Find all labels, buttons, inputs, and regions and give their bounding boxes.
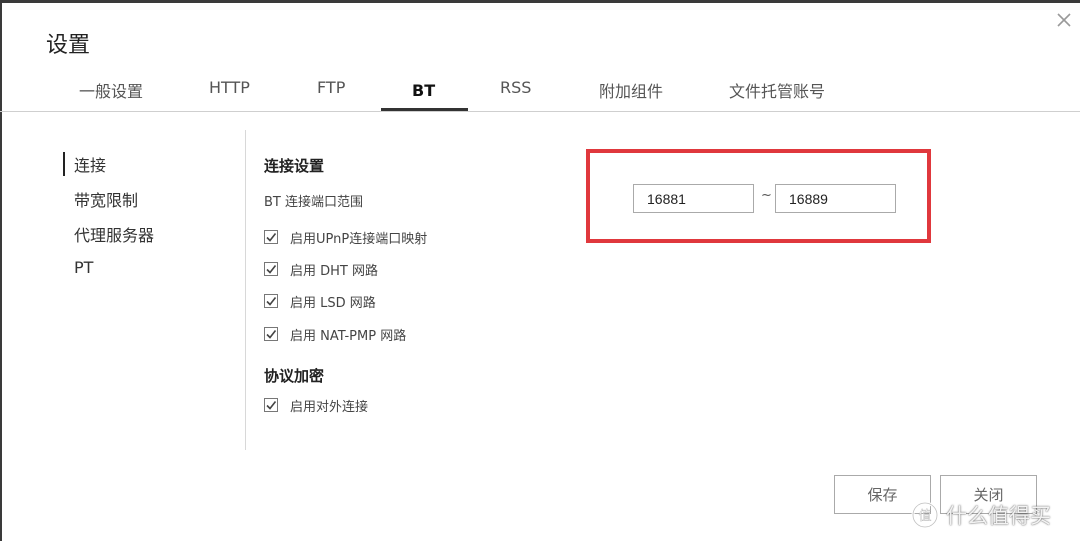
tab-bt[interactable]: BT [412,81,435,100]
dht-checkbox[interactable]: 启用 DHT 网路 [264,261,378,279]
checkbox-box [264,230,278,244]
checkbox-box [264,327,278,341]
upnp-label: 启用UPnP连接端口映射 [290,231,428,247]
port-range-start-input[interactable] [633,184,754,213]
close-dialog-button[interactable] [1053,9,1075,31]
close-icon [1057,13,1071,27]
nat-pmp-checkbox[interactable]: 启用 NAT-PMP 网路 [264,326,407,344]
window-top-edge [0,0,1080,3]
lsd-checkbox[interactable]: 启用 LSD 网路 [264,293,376,311]
tab-ftp[interactable]: FTP [317,78,345,97]
tab-file-hosting-accounts[interactable]: 文件托管账号 [729,78,825,102]
dht-label: 启用 DHT 网路 [290,263,378,279]
checkmark-icon [266,297,277,306]
port-range-separator: ~ [761,188,772,203]
dialog-title: 设置 [46,33,91,58]
port-range-label: BT 连接端口范围 [264,195,363,210]
port-range-end-input[interactable] [775,184,896,213]
sidebar-item-connection[interactable]: 连接 [74,152,106,176]
checkmark-icon [266,330,277,339]
lsd-label: 启用 LSD 网路 [290,295,376,311]
svg-text:值: 值 [918,508,931,524]
tab-addons[interactable]: 附加组件 [599,78,663,102]
nat-pmp-label: 启用 NAT-PMP 网路 [290,328,407,344]
outgoing-encryption-label: 启用对外连接 [290,399,369,415]
tab-http[interactable]: HTTP [209,78,250,97]
smzdm-logo-icon: 值 [911,501,939,529]
sidebar-item-bandwidth-limit[interactable]: 带宽限制 [74,187,138,211]
watermark: 值 什么值得买 [910,500,1051,530]
tab-rss[interactable]: RSS [500,78,531,97]
watermark-text: 什么值得买 [946,504,1051,528]
tab-bar: 一般设置 HTTP FTP BT RSS 附加组件 文件托管账号 [0,72,1080,110]
tab-general[interactable]: 一般设置 [79,78,143,102]
checkbox-box [264,294,278,308]
sidebar-item-pt[interactable]: PT [74,258,93,277]
checkbox-box [264,262,278,276]
content-divider [245,130,246,450]
outgoing-encryption-checkbox[interactable]: 启用对外连接 [264,397,369,415]
upnp-checkbox[interactable]: 启用UPnP连接端口映射 [264,229,428,247]
connection-settings-title: 连接设置 [264,157,325,175]
tab-divider [0,111,1080,112]
sidebar-selected-marker [63,152,65,176]
checkmark-icon [266,401,277,410]
protocol-encryption-title: 协议加密 [264,367,325,385]
checkbox-box [264,398,278,412]
checkmark-icon [266,233,277,242]
sidebar-item-proxy-server[interactable]: 代理服务器 [74,222,154,246]
checkmark-icon [266,265,277,274]
